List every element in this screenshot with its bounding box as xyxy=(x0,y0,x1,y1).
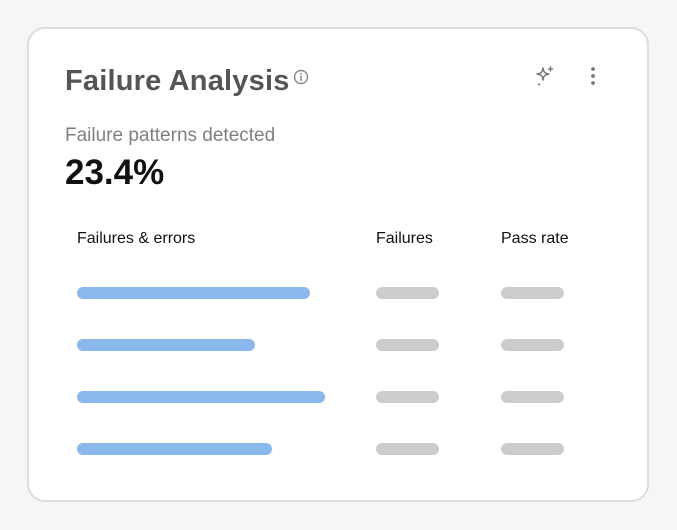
error-bar xyxy=(77,391,325,403)
ai-insights-button[interactable] xyxy=(532,63,558,89)
pass-rate-placeholder xyxy=(501,287,564,299)
metric-label: Failure patterns detected xyxy=(65,125,276,146)
pass-rate-placeholder xyxy=(501,443,564,455)
sparkle-icon xyxy=(536,66,554,87)
error-bar-track xyxy=(77,339,327,351)
table-row[interactable] xyxy=(29,443,647,457)
more-options-button[interactable] xyxy=(582,63,604,89)
error-bar-track xyxy=(77,391,327,403)
more-vertical-icon xyxy=(591,67,595,85)
table-row[interactable] xyxy=(29,339,647,353)
column-header-failures[interactable]: Failures xyxy=(376,230,433,248)
error-bar xyxy=(77,287,310,299)
column-header-pass-rate[interactable]: Pass rate xyxy=(501,230,569,248)
failures-placeholder xyxy=(376,391,439,403)
error-bar xyxy=(77,339,255,351)
failures-placeholder xyxy=(376,443,439,455)
pass-rate-placeholder xyxy=(501,391,564,403)
table-row[interactable] xyxy=(29,287,647,301)
column-header-failures-errors[interactable]: Failures & errors xyxy=(77,230,195,248)
card-title: Failure Analysis xyxy=(65,65,290,97)
failures-placeholder xyxy=(376,287,439,299)
failures-placeholder xyxy=(376,339,439,351)
failure-analysis-card: Failure Analysis Failure patterns detect… xyxy=(27,27,649,502)
pass-rate-placeholder xyxy=(501,339,564,351)
error-bar-track xyxy=(77,287,327,299)
table-row[interactable] xyxy=(29,391,647,405)
info-icon[interactable] xyxy=(293,69,309,85)
error-bar xyxy=(77,443,272,455)
error-bar-track xyxy=(77,443,327,455)
metric-value: 23.4% xyxy=(65,153,165,192)
